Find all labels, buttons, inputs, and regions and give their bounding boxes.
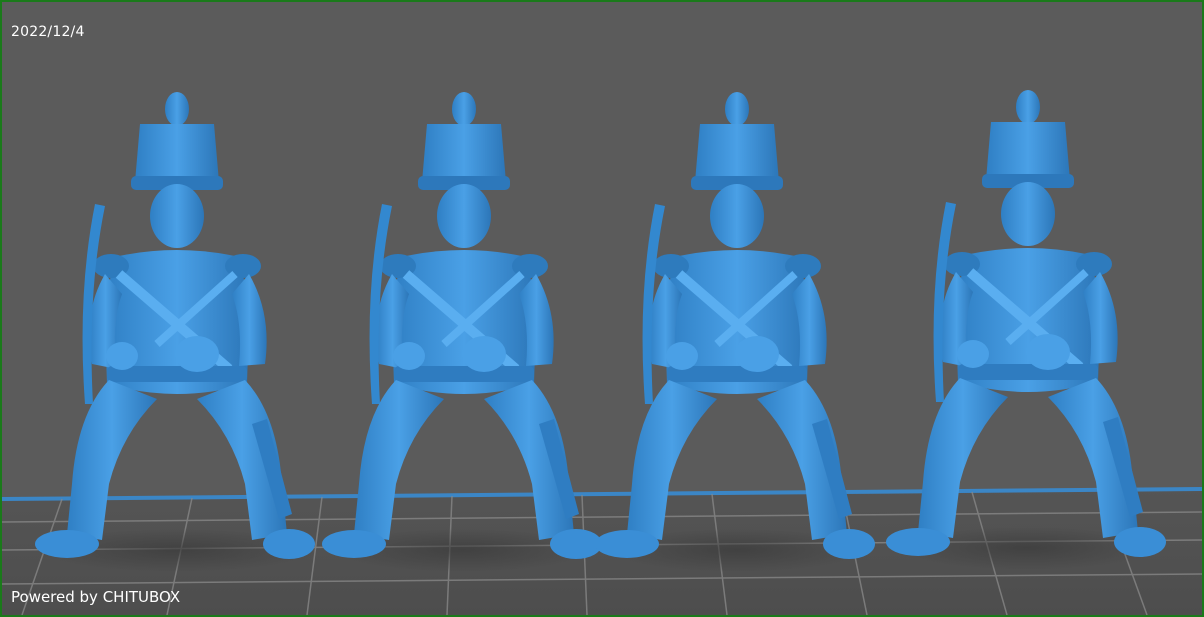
scene-canvas[interactable] [2,2,1202,615]
model-figure-3[interactable] [595,92,875,559]
model-figure-2[interactable] [322,92,602,559]
3d-viewport[interactable]: 2022/12/4 Powered by CHITUBOX [2,2,1202,615]
model-figure-1[interactable] [35,92,315,559]
model-figure-4[interactable] [886,90,1166,557]
watermark-label: Powered by CHITUBOX [11,588,181,606]
timestamp-label: 2022/12/4 [11,24,85,40]
